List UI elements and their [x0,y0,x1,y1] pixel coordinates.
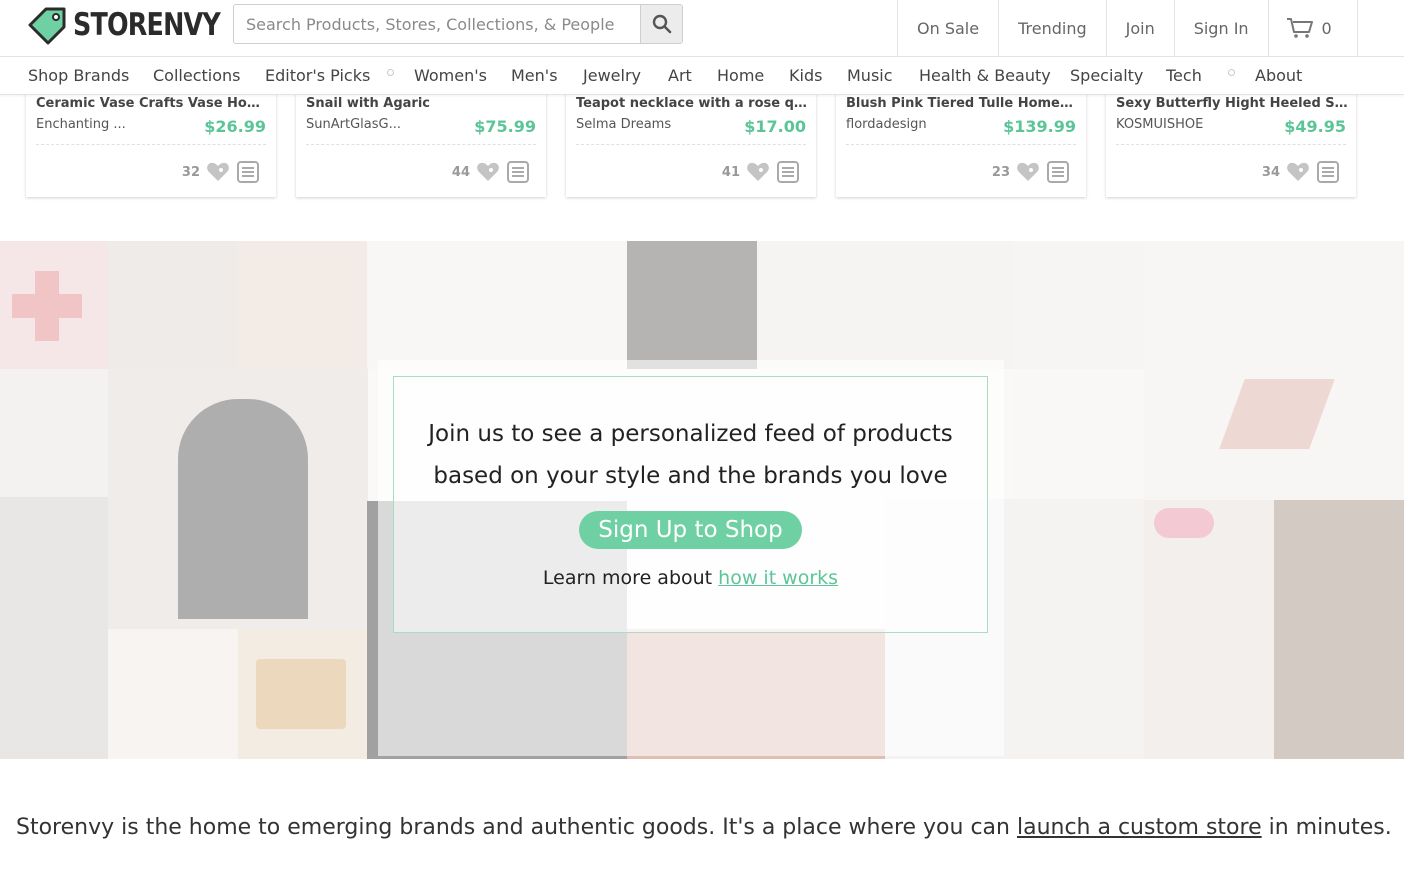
add-to-list-icon[interactable] [236,160,260,184]
like-count: 23 [991,164,1010,180]
nav-separator-dot [1228,69,1235,76]
nav-tech[interactable]: Tech [1166,66,1202,85]
card-actions: 34 [1262,160,1340,184]
product-price: $17.00 [744,117,806,136]
signup-callout: Join us to see a personalized feed of pr… [393,376,988,633]
nav-about[interactable]: About [1255,66,1302,85]
heart-tag-icon[interactable] [1016,161,1040,183]
heart-tag-icon[interactable] [206,161,230,183]
product-title[interactable]: Sexy Butterfly Hight Heeled San... [1116,96,1348,111]
add-to-list-icon[interactable] [776,160,800,184]
like-count: 44 [451,164,470,180]
nav-editors-picks[interactable]: Editor's Picks [265,66,370,85]
callout-line-1: Join us to see a personalized feed of pr… [428,421,953,447]
card-divider [576,144,806,145]
add-to-list-icon[interactable] [1316,160,1340,184]
search-button[interactable] [640,5,682,43]
card-actions: 32 [182,160,260,184]
brand-name: STORENVY [73,7,221,43]
nav-collections[interactable]: Collections [153,66,240,85]
product-price: $26.99 [204,117,266,136]
trending-link[interactable]: Trending [998,0,1106,56]
product-card[interactable]: Snail with Agaric SunArtGlasG... $75.99 … [296,86,546,197]
card-divider [36,144,266,145]
nav-shop-brands[interactable]: Shop Brands [28,66,129,85]
cart-count: 0 [1321,18,1332,38]
product-store[interactable]: KOSMUISHOE [1116,117,1246,132]
product-card[interactable]: Sexy Butterfly Hight Heeled San... KOSMU… [1106,86,1356,197]
join-link[interactable]: Join [1105,0,1174,56]
card-actions: 23 [992,160,1070,184]
sign-in-link[interactable]: Sign In [1173,0,1268,56]
storenvy-logo[interactable]: STORENVY [26,5,252,45]
search-bar [233,4,683,44]
product-price: $139.99 [1003,117,1076,136]
product-title[interactable]: Ceramic Vase Crafts Vase Home... [36,96,268,111]
how-it-works-link[interactable]: how it works [718,567,838,589]
add-to-list-icon[interactable] [506,160,530,184]
product-card[interactable]: Ceramic Vase Crafts Vase Home... Enchant… [26,86,276,197]
product-price: $49.95 [1284,117,1346,136]
callout-line-2: based on your style and the brands you l… [433,463,948,489]
nav-home[interactable]: Home [717,66,764,85]
about-suffix: in minutes. [1261,815,1392,840]
card-divider [1116,144,1346,145]
heart-tag-icon[interactable] [746,161,770,183]
nav-specialty[interactable]: Specialty [1070,66,1143,85]
on-sale-link[interactable]: On Sale [897,0,998,56]
product-store[interactable]: Enchanting ... [36,117,166,132]
product-title[interactable]: Teapot necklace with a rose qua... [576,96,808,111]
heart-tag-icon[interactable] [476,161,500,183]
product-card[interactable]: Blush Pink Tiered Tulle Homeco... florda… [836,86,1086,197]
product-card[interactable]: Teapot necklace with a rose qua... Selma… [566,86,816,197]
card-divider [846,144,1076,145]
card-actions: 44 [452,160,530,184]
nav-separator-dot [387,69,394,76]
price-tag-logo-icon [28,7,66,45]
like-count: 32 [181,164,200,180]
about-text: Storenvy is the home to emerging brands … [16,815,1017,840]
nav-music[interactable]: Music [847,66,893,85]
nav-womens[interactable]: Women's [414,66,487,85]
product-price: $75.99 [474,117,536,136]
top-nav: On Sale Trending Join Sign In 0 [897,0,1358,56]
learn-more-prefix: Learn more about [542,567,719,589]
product-title[interactable]: Snail with Agaric [306,96,538,111]
add-to-list-icon[interactable] [1046,160,1070,184]
product-store[interactable]: Selma Dreams [576,117,706,132]
nav-jewelry[interactable]: Jewelry [583,66,641,85]
shopping-cart-icon [1286,18,1313,38]
like-count: 41 [721,164,740,180]
heart-tag-icon[interactable] [1286,161,1310,183]
card-actions: 41 [722,160,800,184]
search-icon [652,14,671,34]
card-divider [306,144,536,145]
cart-button[interactable]: 0 [1267,0,1358,56]
like-count: 34 [1261,164,1280,180]
top-header: STORENVY On Sale Trending Join Sign In 0 [0,0,1404,57]
nav-health-beauty[interactable]: Health & Beauty [919,66,1051,85]
product-title[interactable]: Blush Pink Tiered Tulle Homeco... [846,96,1078,111]
nav-mens[interactable]: Men's [511,66,558,85]
category-nav: Shop Brands Collections Editor's Picks W… [0,57,1404,95]
nav-kids[interactable]: Kids [789,66,822,85]
learn-more-text: Learn more about how it works [394,567,987,589]
product-store[interactable]: SunArtGlasG... [306,117,436,132]
product-store[interactable]: flordadesign [846,117,976,132]
search-input[interactable] [234,5,641,43]
signup-hero: Join us to see a personalized feed of pr… [0,241,1404,759]
launch-custom-store-link[interactable]: launch a custom store [1017,815,1262,840]
about-storenvy: Storenvy is the home to emerging brands … [16,815,1392,840]
nav-art[interactable]: Art [668,66,692,85]
sign-up-to-shop-button[interactable]: Sign Up to Shop [579,511,802,549]
